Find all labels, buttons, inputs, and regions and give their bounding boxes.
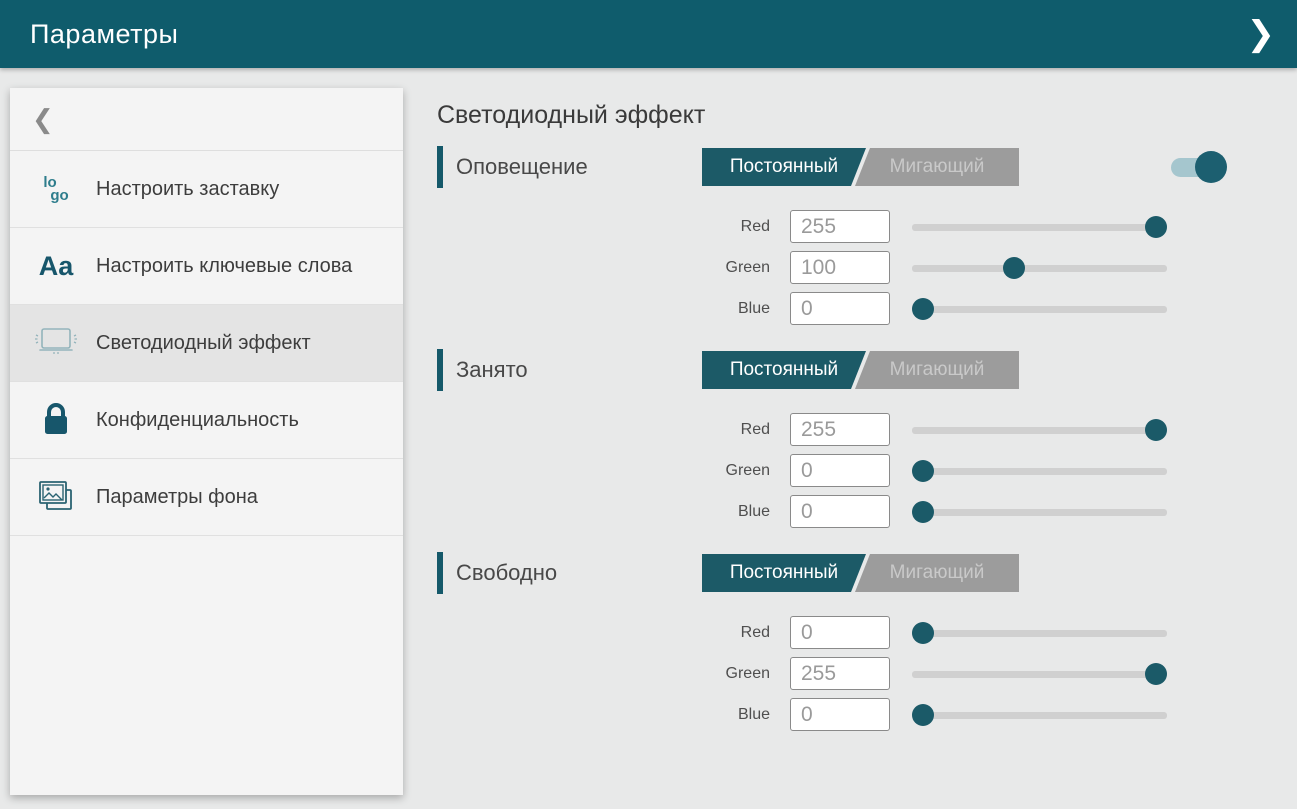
led-sections: Оповещение Постоянный Мигающий Red Green <box>437 146 1227 731</box>
slider-thumb[interactable] <box>1145 216 1167 238</box>
led-section: Свободно Постоянный Мигающий Red Green <box>437 552 1227 731</box>
blue-value-input[interactable] <box>790 292 890 325</box>
toggle-knob <box>1195 151 1227 183</box>
slider-track <box>912 306 1167 313</box>
sidebar-item-label: Конфиденциальность <box>96 407 299 433</box>
blue-value-input[interactable] <box>790 495 890 528</box>
green-label: Green <box>437 665 790 683</box>
blue-label: Blue <box>437 706 790 724</box>
background-icon <box>32 478 80 516</box>
blue-slider[interactable] <box>912 500 1167 524</box>
mode-solid-button[interactable]: Постоянный <box>702 148 866 186</box>
slider-track <box>912 265 1167 272</box>
mode-solid-button[interactable]: Постоянный <box>702 351 866 389</box>
mode-solid-button[interactable]: Постоянный <box>702 554 866 592</box>
red-label: Red <box>437 218 790 236</box>
slider-track <box>912 427 1167 434</box>
green-value-input[interactable] <box>790 251 890 284</box>
slider-thumb[interactable] <box>912 622 934 644</box>
slider-thumb[interactable] <box>912 501 934 523</box>
red-slider[interactable] <box>912 418 1167 442</box>
chevron-right-icon[interactable]: ❯ <box>1247 17 1276 51</box>
mode-blinking-button[interactable]: Мигающий <box>855 148 1019 186</box>
green-label: Green <box>437 462 790 480</box>
green-label: Green <box>437 259 790 277</box>
mode-segmented-control: Постоянный Мигающий <box>702 351 1019 389</box>
sidebar-item-label: Настроить заставку <box>96 176 279 202</box>
red-slider[interactable] <box>912 215 1167 239</box>
red-value-input[interactable] <box>790 210 890 243</box>
slider-track <box>912 468 1167 475</box>
slider-track <box>912 671 1167 678</box>
slider-thumb[interactable] <box>912 298 934 320</box>
lock-icon <box>32 401 80 439</box>
led-effect-panel: Светодиодный эффект Оповещение Постоянны… <box>437 68 1297 809</box>
section-accent-bar <box>437 349 443 391</box>
mode-blinking-button[interactable]: Мигающий <box>855 351 1019 389</box>
sidebar-item-background[interactable]: Параметры фона <box>10 459 403 536</box>
section-accent-bar <box>437 146 443 188</box>
red-label: Red <box>437 421 790 439</box>
red-value-input[interactable] <box>790 616 890 649</box>
slider-thumb[interactable] <box>912 704 934 726</box>
sidebar-item-label: Светодиодный эффект <box>96 330 311 356</box>
chevron-left-icon: ❮ <box>32 104 54 135</box>
green-slider[interactable] <box>912 662 1167 686</box>
slider-thumb[interactable] <box>1145 663 1167 685</box>
blue-slider[interactable] <box>912 703 1167 727</box>
red-label: Red <box>437 624 790 642</box>
red-slider[interactable] <box>912 621 1167 645</box>
sidebar-item-label: Параметры фона <box>96 484 258 510</box>
mode-segmented-control: Постоянный Мигающий <box>702 148 1019 186</box>
slider-thumb[interactable] <box>912 460 934 482</box>
sidebar-item-screensaver[interactable]: logo Настроить заставку <box>10 151 403 228</box>
slider-track <box>912 224 1167 231</box>
page-title: Параметры <box>30 19 178 50</box>
app-header: Параметры ❯ <box>0 0 1297 68</box>
mode-blinking-button[interactable]: Мигающий <box>855 554 1019 592</box>
sidebar-item-privacy[interactable]: Конфиденциальность <box>10 382 403 459</box>
blue-label: Blue <box>437 300 790 318</box>
keywords-icon: Aa <box>32 251 80 282</box>
panel-title: Светодиодный эффект <box>437 101 1227 130</box>
section-title: Оповещение <box>456 154 702 180</box>
led-section: Оповещение Постоянный Мигающий Red Green <box>437 146 1227 325</box>
section-title: Занято <box>456 357 702 383</box>
section-title: Свободно <box>456 560 702 586</box>
sidebar-item-label: Настроить ключевые слова <box>96 253 352 279</box>
red-value-input[interactable] <box>790 413 890 446</box>
green-slider[interactable] <box>912 256 1167 280</box>
blue-slider[interactable] <box>912 297 1167 321</box>
sidebar-item-led-effect[interactable]: Светодиодный эффект <box>10 305 403 382</box>
led-section: Занято Постоянный Мигающий Red Green <box>437 349 1227 528</box>
slider-track <box>912 630 1167 637</box>
enable-toggle[interactable] <box>1171 151 1227 183</box>
blue-label: Blue <box>437 503 790 521</box>
settings-sidebar: ❮ logo Настроить заставку Aa Настроить к… <box>10 88 403 795</box>
logo-icon: logo <box>32 176 80 203</box>
blue-value-input[interactable] <box>790 698 890 731</box>
green-value-input[interactable] <box>790 657 890 690</box>
slider-thumb[interactable] <box>1003 257 1025 279</box>
mode-segmented-control: Постоянный Мигающий <box>702 554 1019 592</box>
slider-track <box>912 712 1167 719</box>
green-slider[interactable] <box>912 459 1167 483</box>
sidebar-item-keywords[interactable]: Aa Настроить ключевые слова <box>10 228 403 305</box>
slider-track <box>912 509 1167 516</box>
sidebar-back-button[interactable]: ❮ <box>10 88 403 151</box>
section-accent-bar <box>437 552 443 594</box>
slider-thumb[interactable] <box>1145 419 1167 441</box>
led-effect-icon <box>32 326 80 360</box>
green-value-input[interactable] <box>790 454 890 487</box>
